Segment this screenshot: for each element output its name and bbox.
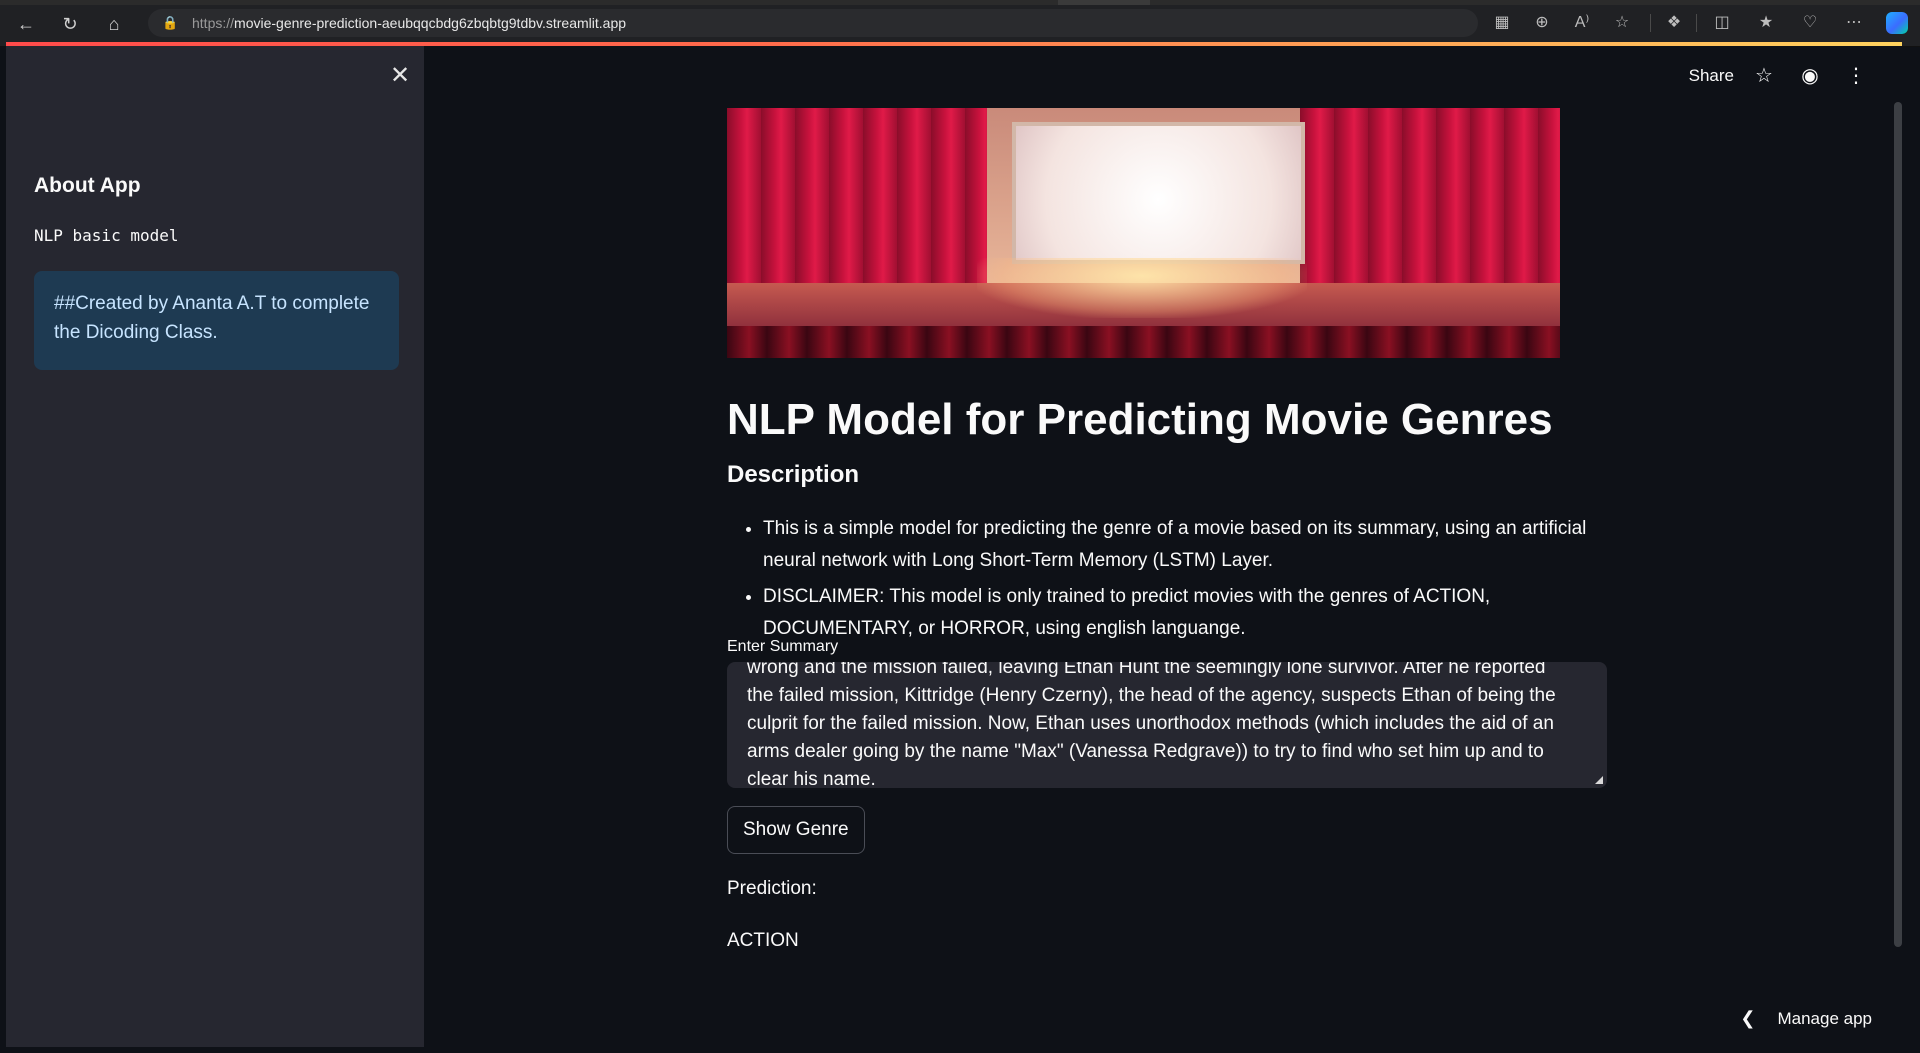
description-item: DISCLAIMER: This model is only trained t… <box>763 581 1623 645</box>
sidebar-code-text: NLP basic model <box>34 226 179 245</box>
content-block: NLP Model for Predicting Movie Genres De… <box>727 108 1607 951</box>
kebab-menu-icon[interactable]: ⋮ <box>1842 62 1870 90</box>
url-scheme: https:// <box>192 15 235 31</box>
description-heading: Description <box>727 461 860 488</box>
prediction-label: Prediction: <box>727 878 817 899</box>
curtain-right <box>1300 108 1560 288</box>
summary-label: Enter Summary <box>727 638 839 655</box>
manage-app-button[interactable]: ❮ Manage app <box>1740 1008 1872 1029</box>
chevron-left-icon: ❮ <box>1740 1008 1756 1028</box>
sidebar-title: About App <box>34 174 141 197</box>
address-bar[interactable]: 🔒 https://movie-genre-prediction-aeubqqc… <box>148 9 1478 37</box>
seat-rows <box>727 326 1560 358</box>
url-host: movie-genre-prediction-aeubqqcbdg6zbqbtg… <box>234 15 627 31</box>
resize-handle-icon[interactable] <box>1595 776 1603 784</box>
description-item: This is a simple model for predicting th… <box>763 513 1623 577</box>
browser-essentials-icon[interactable]: ♡ <box>1798 12 1822 34</box>
close-icon[interactable]: ✕ <box>386 62 414 90</box>
extensions-icon[interactable]: ❖ <box>1662 12 1686 34</box>
tab-strip <box>0 0 1920 5</box>
reload-icon[interactable]: ↻ <box>58 13 82 35</box>
github-icon[interactable]: ◉ <box>1796 62 1824 90</box>
toolbar-divider <box>1650 14 1651 32</box>
theater-hero-image <box>727 108 1560 358</box>
lock-icon[interactable]: 🔒 <box>162 15 178 31</box>
cinema-screen <box>1012 122 1305 264</box>
stage-light <box>977 258 1307 318</box>
sidebar: ✕ About App NLP basic model ##Created by… <box>6 46 424 1047</box>
main-area: Share ☆ ◉ ⋮ NLP Model for Predicting Mov… <box>424 46 1902 1047</box>
split-screen-icon[interactable]: ◫ <box>1710 12 1734 34</box>
info-alert-text: ##Created by Ananta A.T to complete the … <box>54 293 370 343</box>
header-actions: Share ☆ ◉ ⋮ <box>1680 62 1880 90</box>
app-available-icon[interactable]: ▦ <box>1490 12 1514 34</box>
summary-text[interactable]: wrong and the mission failed, leaving Et… <box>747 662 1577 788</box>
url-text: https://movie-genre-prediction-aeubqqcbd… <box>192 15 626 31</box>
favorites-icon[interactable]: ★ <box>1754 12 1778 34</box>
browser-toolbar: ← ↻ ⌂ 🔒 https://movie-genre-prediction-a… <box>0 0 1920 47</box>
read-aloud-icon[interactable]: A⁾ <box>1570 12 1594 34</box>
scrollbar[interactable] <box>1894 102 1902 947</box>
back-icon[interactable]: ← <box>14 13 38 35</box>
star-icon[interactable]: ☆ <box>1750 62 1778 90</box>
zoom-icon[interactable]: ⊕ <box>1530 12 1554 34</box>
active-tab-indicator <box>1058 0 1150 5</box>
show-genre-button[interactable]: Show Genre <box>727 806 865 854</box>
manage-app-label: Manage app <box>1777 1009 1872 1028</box>
page-title: NLP Model for Predicting Movie Genres <box>727 395 1553 444</box>
copilot-icon[interactable] <box>1886 12 1908 34</box>
home-icon[interactable]: ⌂ <box>102 13 126 35</box>
prediction-value: ACTION <box>727 930 799 951</box>
summary-textarea[interactable]: wrong and the mission failed, leaving Et… <box>727 662 1607 788</box>
info-alert: ##Created by Ananta A.T to complete the … <box>34 271 399 370</box>
curtain-left <box>727 108 997 288</box>
more-icon[interactable]: ⋯ <box>1842 12 1866 34</box>
description-list: This is a simple model for predicting th… <box>727 513 1623 649</box>
favorite-star-icon[interactable]: ☆ <box>1610 12 1634 34</box>
toolbar-divider <box>1696 14 1697 32</box>
share-button[interactable]: Share <box>1689 62 1734 90</box>
